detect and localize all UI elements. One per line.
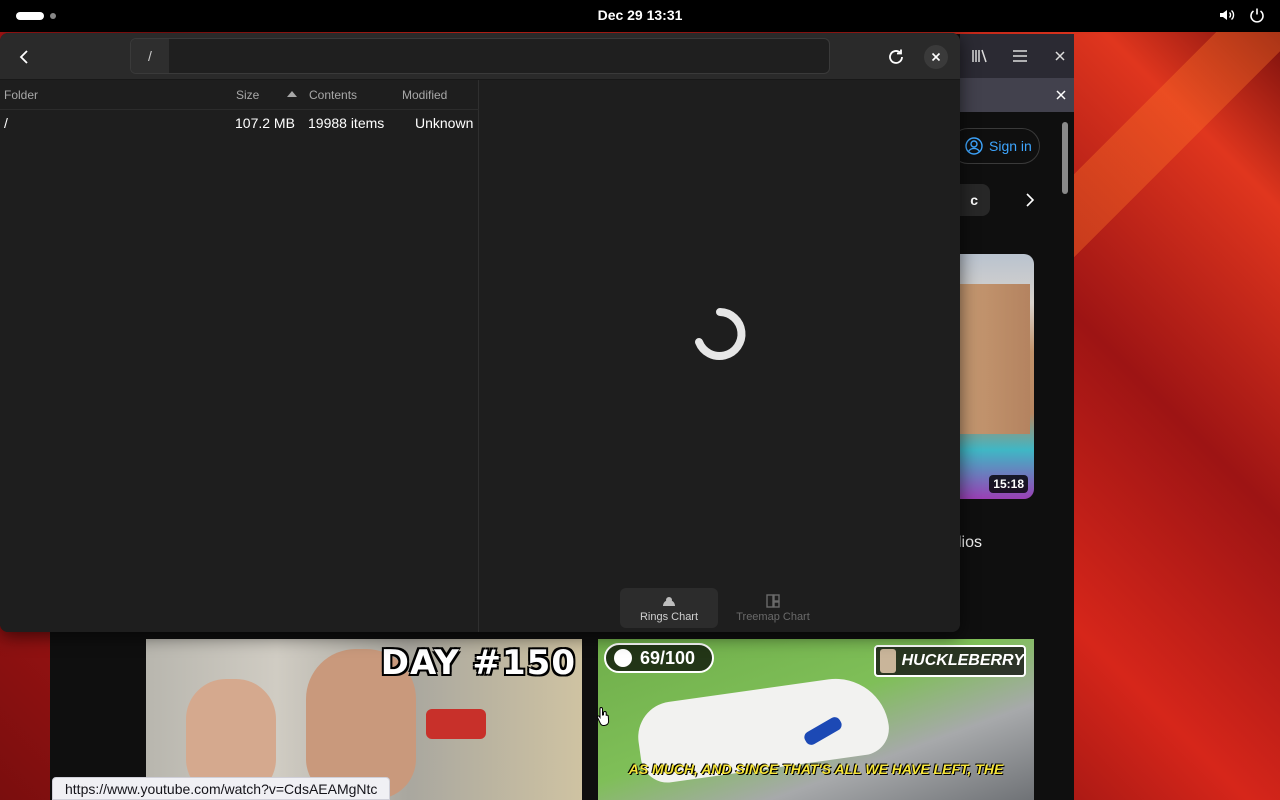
- link-status-bar: https://www.youtube.com/watch?v=CdsAEAMg…: [52, 777, 391, 800]
- rings-chart-icon: [663, 596, 675, 606]
- name-badge-text: HUCKLEBERRY: [901, 652, 1024, 669]
- table-row[interactable]: / 107.2 MB 19988 items Unknown: [0, 110, 479, 136]
- row-contents: 19988 items: [308, 115, 385, 131]
- rings-chart-button[interactable]: Rings Chart: [620, 588, 718, 628]
- column-header-folder[interactable]: Folder: [4, 88, 38, 102]
- rings-chart-label: Rings Chart: [639, 610, 699, 623]
- dog-avatar: [880, 649, 896, 673]
- sign-in-label: Sign in: [989, 138, 1032, 154]
- treemap-chart-icon: [766, 593, 780, 608]
- loading-spinner: [695, 308, 746, 360]
- video-thumbnail[interactable]: 69/100 HUCKLEBERRY AS MUCH, AND SINCE TH…: [598, 639, 1034, 800]
- close-icon: [924, 45, 948, 69]
- activities-button[interactable]: [16, 12, 56, 20]
- treemap-chart-label: Treemap Chart: [736, 610, 810, 623]
- power-icon[interactable]: [1248, 6, 1266, 24]
- section-title-fragment: lios: [958, 534, 983, 551]
- thumbnail-caption: AS MUCH, AND SINCE THAT'S ALL WE HAVE LE…: [628, 761, 1004, 777]
- row-folder: /: [4, 115, 8, 131]
- close-button[interactable]: [920, 41, 952, 73]
- path-bar[interactable]: /: [130, 38, 830, 74]
- column-header-contents[interactable]: Contents: [309, 88, 357, 102]
- reload-button[interactable]: [880, 41, 912, 73]
- clock[interactable]: Dec 29 13:31: [598, 7, 683, 23]
- thumbnail-image: [426, 709, 486, 739]
- header-bar: /: [0, 33, 960, 80]
- video-thumbnail[interactable]: DAY #150: [146, 639, 582, 800]
- hand-cursor-icon: [596, 706, 610, 726]
- clock-container: Dec 29 13:31: [0, 7, 1280, 23]
- thumbnail-name-badge: HUCKLEBERRY: [874, 645, 1026, 677]
- thumbnail-count-badge: 69/100: [604, 643, 714, 673]
- thumbnail-overlay-text: DAY #150: [380, 643, 576, 683]
- row-size: 107.2 MB: [235, 115, 295, 131]
- chevron-left-icon: [19, 50, 28, 64]
- sort-ascending-icon: [286, 88, 298, 102]
- video-duration: 15:18: [989, 475, 1028, 493]
- chart-type-switcher[interactable]: Rings Chart Treemap Chart: [620, 588, 820, 628]
- top-bar: Dec 29 13:31: [0, 0, 1280, 32]
- treemap-chart-button[interactable]: Treemap Chart: [724, 588, 822, 628]
- volume-icon[interactable]: [1218, 6, 1236, 24]
- workspace-indicator: [50, 13, 56, 19]
- disk-usage-analyzer-window[interactable]: / Folder Size Contents Modified / 107.2 …: [0, 33, 960, 632]
- sign-in-button[interactable]: Sign in: [950, 128, 1040, 164]
- workspace-indicator-active: [16, 12, 44, 20]
- paw-icon: [614, 649, 632, 667]
- thumbnail-image: [960, 284, 1030, 434]
- system-tray[interactable]: [1218, 6, 1266, 24]
- library-icon[interactable]: [970, 46, 990, 66]
- count-badge-text: 69/100: [640, 647, 696, 668]
- chart-pane[interactable]: Rings Chart Treemap Chart: [480, 80, 960, 632]
- filter-chip-label: c: [970, 192, 978, 208]
- chevron-right-icon[interactable]: [1020, 190, 1040, 210]
- account-icon: [965, 137, 983, 155]
- menu-icon[interactable]: [1010, 46, 1030, 66]
- browser-tab[interactable]: [960, 78, 1074, 112]
- folder-tree[interactable]: Folder Size Contents Modified / 107.2 MB…: [0, 80, 479, 632]
- column-header-size[interactable]: Size: [236, 88, 259, 102]
- window-close-icon[interactable]: [1050, 46, 1070, 66]
- back-button[interactable]: [8, 41, 40, 73]
- column-header-modified[interactable]: Modified: [402, 88, 447, 102]
- path-segment-root[interactable]: /: [131, 39, 169, 73]
- browser-toolbar: [960, 34, 1074, 78]
- refresh-icon: [889, 49, 903, 64]
- row-modified: Unknown: [415, 115, 474, 131]
- tab-close-icon[interactable]: [1052, 86, 1070, 104]
- page-scrollbar[interactable]: [1062, 122, 1068, 194]
- tree-header: Folder Size Contents Modified: [0, 80, 479, 110]
